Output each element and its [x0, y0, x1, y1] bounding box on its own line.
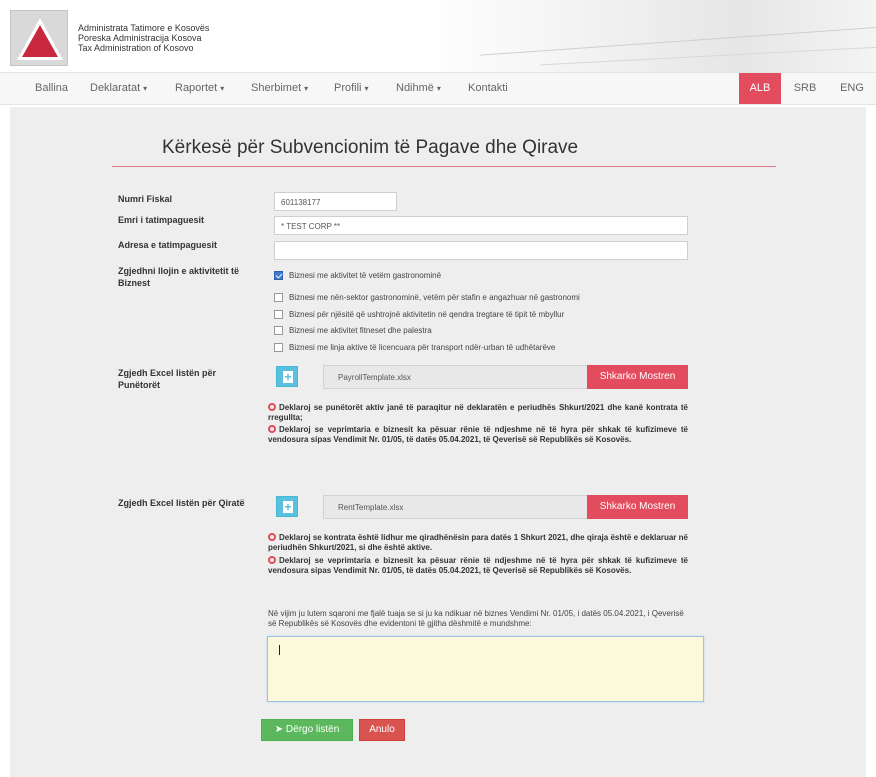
main-navbar: Ballina Deklaratat ▾ Raportet ▾ Sherbimet ▾… [0, 72, 876, 105]
send-list-button[interactable]: ➤ Dërgo listën [261, 719, 353, 741]
declaration-text: Deklaroj se punëtorët aktiv janë të para… [268, 403, 688, 422]
logo-triangle-icon [17, 18, 63, 60]
checkbox[interactable] [274, 310, 283, 319]
workers-declaration-2: Deklaroj se veprimtaria e biznesit ka pë… [268, 425, 688, 445]
rent-download-sample-button[interactable]: Shkarko Mostren [587, 495, 688, 519]
nav-item-label: Ndihmë [396, 82, 434, 94]
workers-declaration-1: Deklaroj se punëtorët aktiv janë të para… [268, 403, 688, 423]
language-alb[interactable]: ALB [739, 73, 781, 104]
business-option-fitness[interactable]: Biznesi me aktivitet fitneset dhe palest… [274, 326, 432, 335]
workers-download-sample-button[interactable]: Shkarko Mostren [587, 365, 688, 389]
page-title: Kërkesë për Subvencionim të Pagave dhe Q… [162, 137, 579, 158]
checkbox-label: Biznesi me linja aktive të licencuara pë… [289, 343, 556, 352]
taxpayer-name-label: Emri i tatimpaguesit [118, 215, 205, 225]
file-upload-icon [283, 371, 293, 383]
checkbox-checked[interactable] [274, 271, 283, 280]
cancel-button[interactable]: Anulo [359, 719, 405, 741]
checkbox[interactable] [274, 326, 283, 335]
org-name-english: Tax Administration of Kosovo [78, 43, 194, 53]
business-option-shopping-centers[interactable]: Biznesi për njësitë që ushtrojnë aktivit… [274, 310, 564, 319]
nav-item-label: Sherbimet [251, 82, 302, 94]
title-divider [112, 166, 776, 167]
send-button-label: Dërgo listën [285, 724, 340, 735]
declaration-text: Deklaroj se veprimtaria e biznesit ka pë… [268, 556, 688, 575]
rent-file-name-field[interactable]: RentTemplate.xlsx [323, 495, 588, 519]
checkbox-label: Biznesi me nën-sektor gastronominë, vetë… [289, 293, 580, 302]
declaration-bullet-icon [268, 556, 276, 564]
send-icon: ➤ [274, 724, 286, 735]
rent-file-picker-button[interactable] [276, 496, 298, 517]
taxpayer-address-label: Adresa e tatimpaguesit [118, 240, 218, 250]
nav-item-profili[interactable]: Profili ▾ [334, 82, 369, 94]
declaration-bullet-icon [268, 425, 276, 433]
chevron-down-icon: ▾ [436, 84, 441, 93]
chevron-down-icon: ▾ [220, 84, 225, 93]
checkbox[interactable] [274, 343, 283, 352]
header-banner-image [420, 0, 876, 72]
text-cursor [279, 645, 280, 655]
language-eng[interactable]: ENG [832, 73, 872, 104]
nav-item-ballina[interactable]: Ballina [35, 82, 68, 94]
language-srb[interactable]: SRB [786, 73, 824, 104]
business-option-gastronomy-subsector[interactable]: Biznesi me nën-sektor gastronominë, vetë… [274, 293, 580, 302]
chevron-down-icon: ▾ [143, 84, 148, 93]
checkbox-label: Biznesi me aktivitet fitneset dhe palest… [289, 326, 432, 335]
org-name-albanian: Administrata Tatimore e Kosovës [78, 23, 210, 33]
chevron-down-icon: ▾ [304, 84, 309, 93]
fiscal-number-field[interactable]: 601138177 [274, 192, 397, 211]
chevron-down-icon: ▾ [364, 84, 369, 93]
logo[interactable] [10, 10, 68, 66]
explanation-textarea[interactable] [267, 636, 704, 702]
taxpayer-address-field[interactable] [274, 241, 688, 260]
business-option-transport[interactable]: Biznesi me linja aktive të licencuara pë… [274, 343, 555, 352]
taxpayer-name-field[interactable]: * TEST CORP ** [274, 216, 688, 235]
explanation-instructions: Në vijim ju lutem sqaroni me fjalë tuaja… [268, 609, 684, 628]
workers-excel-label: Zgjedh Excel listën për Punëtorët [118, 368, 217, 390]
fiscal-number-label: Numri Fiskal [118, 194, 173, 204]
declaration-bullet-icon [268, 533, 276, 541]
business-option-gastronomy[interactable]: Biznesi me aktivitet të vetëm gastronomi… [274, 271, 441, 280]
rent-excel-label: Zgjedh Excel listën për Qiratë [118, 498, 245, 508]
nav-item-label: Ballina [35, 82, 69, 94]
nav-item-label: Deklaratat [90, 82, 141, 94]
checkbox-label: Biznesi për njësitë që ushtrojnë aktivit… [289, 310, 565, 319]
nav-item-label: Raportet [175, 82, 218, 94]
nav-item-label: Profili [334, 82, 362, 94]
nav-item-raportet[interactable]: Raportet ▾ [175, 82, 224, 94]
nav-item-sherbimet[interactable]: Sherbimet ▾ [251, 82, 308, 94]
workers-file-picker-button[interactable] [276, 366, 298, 387]
org-name-serbian: Poreska Administracija Kosova [78, 33, 202, 43]
declaration-text: Deklaroj se kontrata është lidhur me qir… [268, 533, 688, 552]
rent-declaration-2: Deklaroj se veprimtaria e biznesit ka pë… [268, 556, 688, 576]
declaration-text: Deklaroj se veprimtaria e biznesit ka pë… [268, 425, 688, 444]
organization-name: Administrata Tatimore e Kosovës Poreska … [78, 23, 209, 53]
checkbox-label: Biznesi me aktivitet të vetëm gastronomi… [289, 271, 442, 280]
declaration-bullet-icon [268, 403, 276, 411]
site-header: Administrata Tatimore e Kosovës Poreska … [0, 0, 876, 72]
nav-item-kontakti[interactable]: Kontakti [468, 82, 508, 94]
business-type-label: Zgjedhni llojin e aktivitetit të Biznest [118, 266, 240, 288]
workers-file-name-field[interactable]: PayrollTemplate.xlsx [323, 365, 588, 389]
nav-item-label: Kontakti [468, 82, 508, 94]
checkbox[interactable] [274, 293, 283, 302]
file-upload-icon [283, 501, 293, 513]
nav-item-deklaratat[interactable]: Deklaratat ▾ [90, 82, 147, 94]
rent-declaration-1: Deklaroj se kontrata është lidhur me qir… [268, 533, 688, 553]
nav-item-ndihme[interactable]: Ndihmë ▾ [396, 82, 441, 94]
